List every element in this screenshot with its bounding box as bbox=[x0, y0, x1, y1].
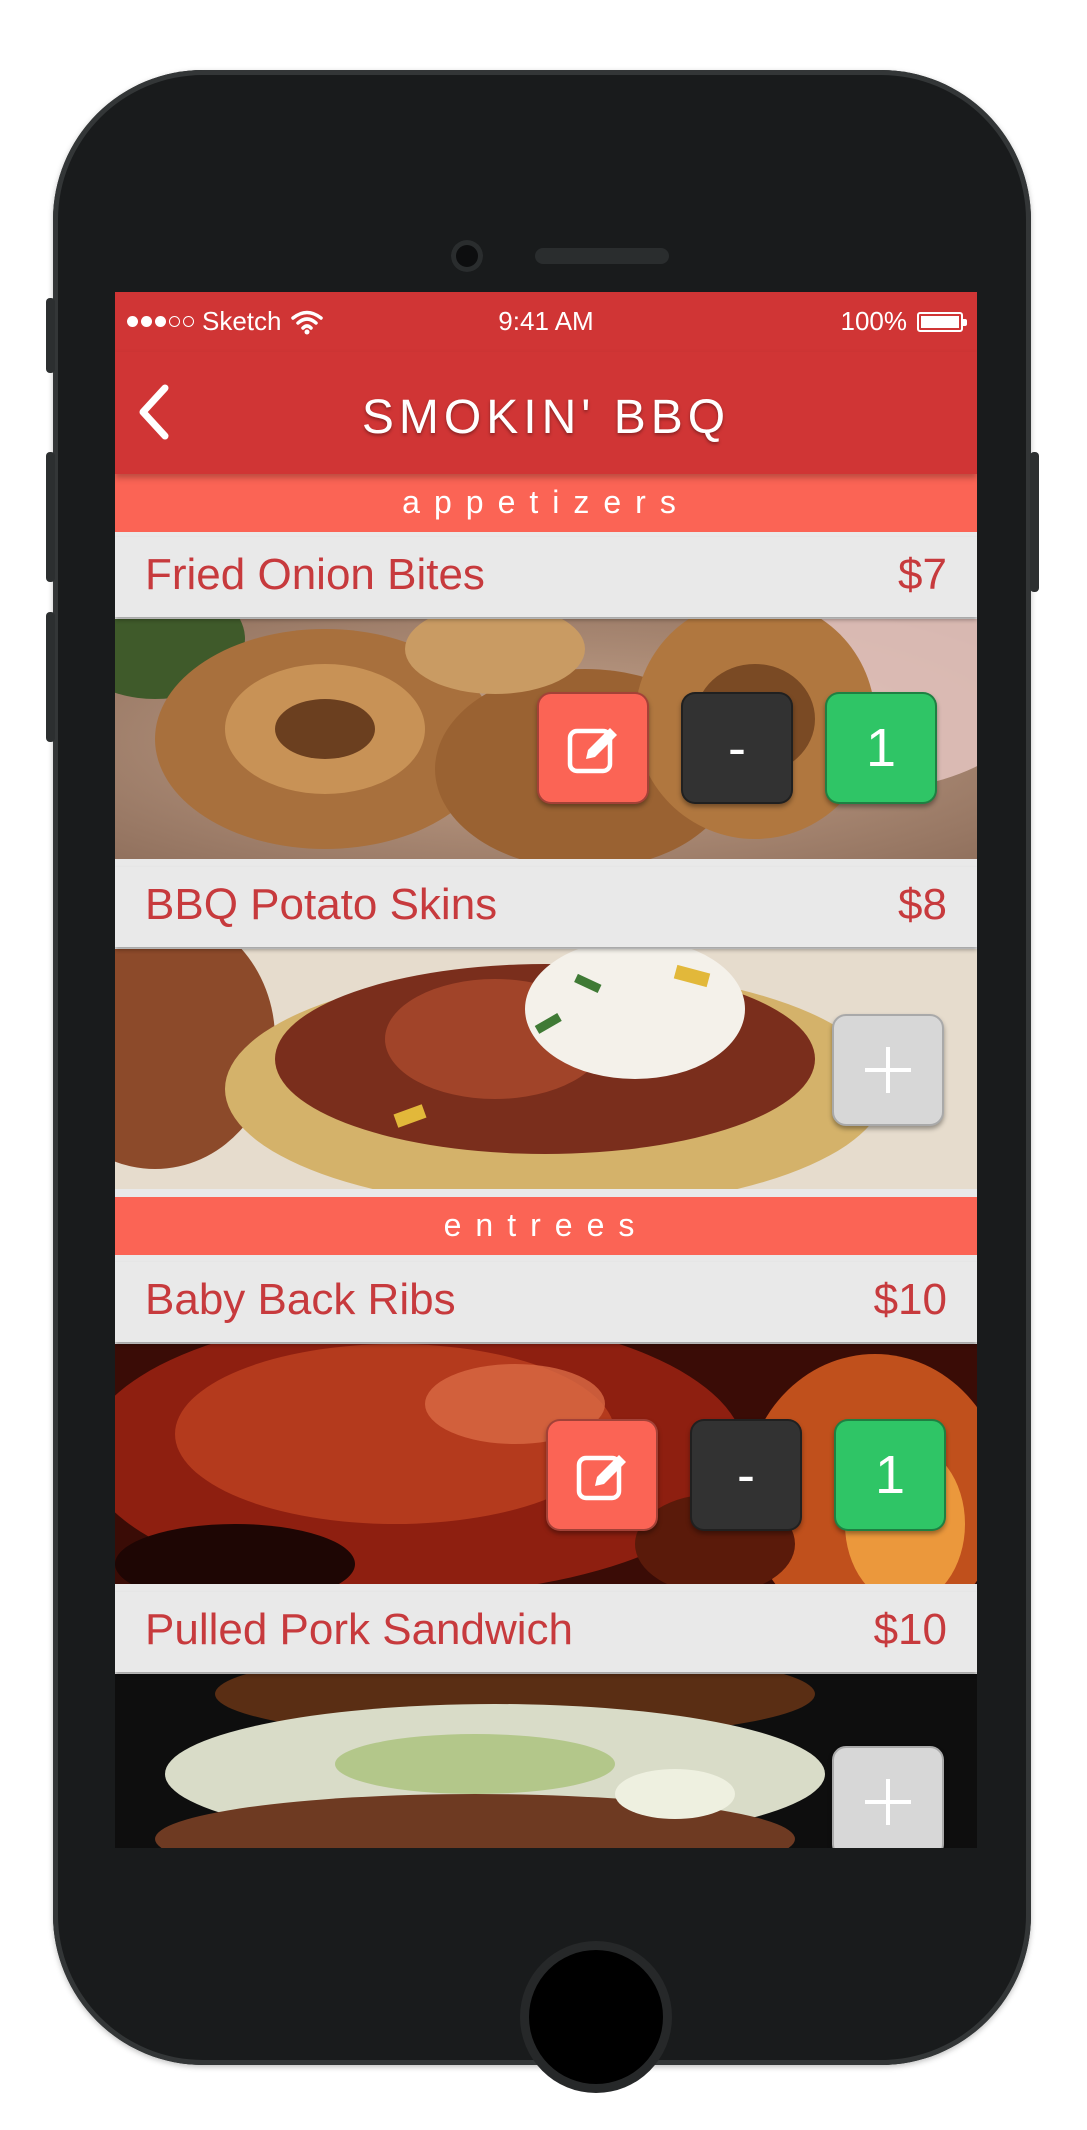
section-header-appetizers: appetizers bbox=[115, 474, 977, 532]
page-title: SMOKIN' BBQ bbox=[361, 391, 731, 444]
menu-item-bbq-potato-skins[interactable]: BBQ Potato Skins $8 bbox=[115, 867, 977, 947]
item-name: Baby Back Ribs bbox=[145, 1275, 456, 1324]
item-price: $8 bbox=[898, 880, 947, 929]
quantity-badge[interactable]: 1 bbox=[834, 1419, 946, 1531]
menu-item-baby-back-ribs[interactable]: Baby Back Ribs $10 bbox=[115, 1262, 977, 1342]
app-screen: Sketch 9:41 AM 100% SMOKIN' BBQ appetize… bbox=[115, 292, 977, 1848]
item-price: $7 bbox=[898, 550, 947, 599]
battery-percent: 100% bbox=[840, 306, 908, 336]
pencil-square-icon bbox=[576, 1455, 626, 1501]
front-camera bbox=[451, 240, 483, 272]
menu-item-pulled-pork-sandwich[interactable]: Pulled Pork Sandwich $10 bbox=[115, 1592, 977, 1672]
decrease-quantity-button[interactable]: - bbox=[690, 1419, 802, 1531]
item-name: Fried Onion Bites bbox=[145, 550, 485, 599]
status-right: 100% bbox=[840, 306, 967, 337]
add-to-order-button[interactable] bbox=[832, 1746, 944, 1848]
home-button[interactable] bbox=[529, 1950, 663, 2084]
add-to-order-button[interactable] bbox=[832, 1014, 944, 1126]
plus-icon bbox=[865, 1047, 911, 1093]
battery-icon bbox=[917, 311, 967, 332]
volume-down-button bbox=[46, 612, 55, 742]
menu-item-fried-onion-bites[interactable]: Fried Onion Bites $7 bbox=[115, 537, 977, 617]
item-name: BBQ Potato Skins bbox=[145, 880, 498, 929]
mute-switch bbox=[46, 298, 55, 373]
power-button bbox=[1030, 452, 1039, 592]
section-header-entrees: entrees bbox=[115, 1197, 977, 1255]
earpiece-speaker bbox=[535, 248, 669, 264]
decrease-quantity-button[interactable]: - bbox=[681, 692, 793, 804]
item-price: $10 bbox=[873, 1605, 947, 1654]
volume-up-button bbox=[46, 452, 55, 582]
edit-order-button[interactable] bbox=[537, 692, 649, 804]
item-name: Pulled Pork Sandwich bbox=[145, 1605, 574, 1654]
pencil-square-icon bbox=[567, 728, 617, 774]
edit-order-button[interactable] bbox=[546, 1419, 658, 1531]
plus-icon bbox=[865, 1779, 911, 1825]
navigation-bar: SMOKIN' BBQ bbox=[115, 352, 977, 474]
quantity-badge[interactable]: 1 bbox=[825, 692, 937, 804]
item-price: $10 bbox=[873, 1275, 947, 1324]
status-bar: Sketch 9:41 AM 100% bbox=[115, 292, 977, 352]
